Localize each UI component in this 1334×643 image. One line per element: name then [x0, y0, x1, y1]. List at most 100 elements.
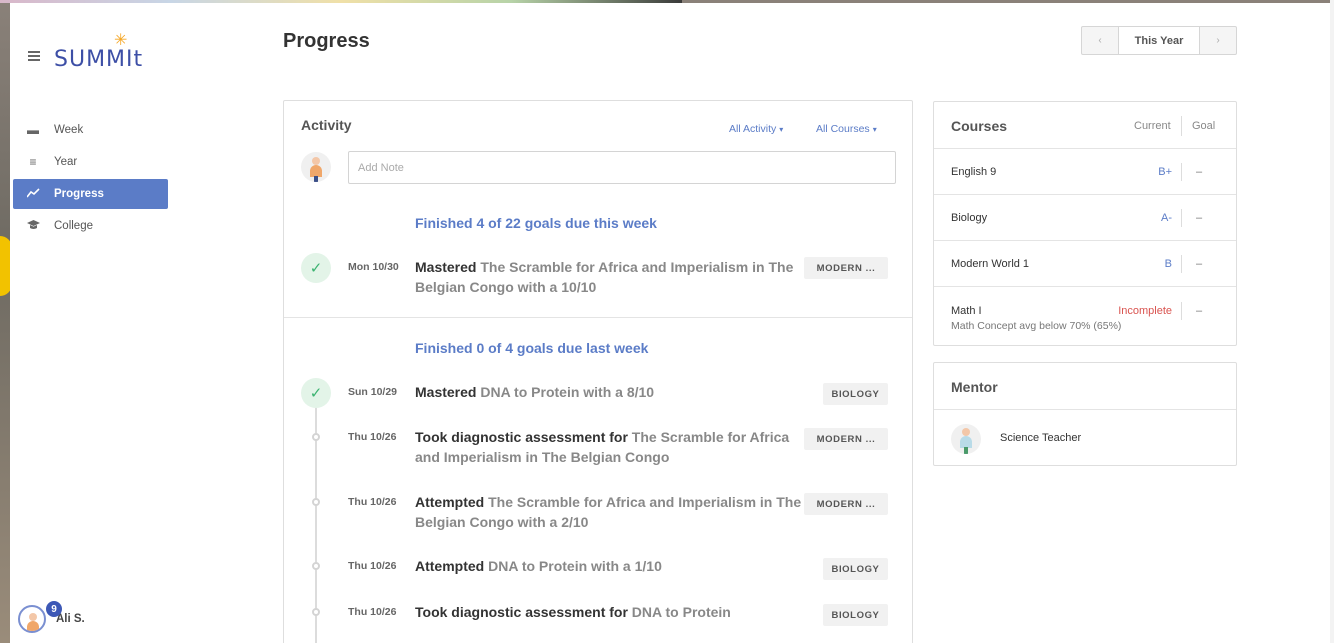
course-goal[interactable]: – [1196, 166, 1202, 178]
logo-sun-icon: ✳ [114, 32, 128, 49]
entry-verb: Attempted [415, 494, 485, 510]
page-title: Progress [283, 30, 370, 52]
column-divider [1181, 116, 1182, 136]
course-goal[interactable]: – [1196, 258, 1202, 270]
summit-logo[interactable]: SUMMIt [54, 47, 143, 72]
chevron-down-icon: ▾ [779, 125, 784, 134]
sidebar-item-label: Week [54, 124, 84, 136]
course-tag[interactable]: MODERN ... [804, 493, 888, 515]
mentor-card: Mentor Science Teacher [933, 362, 1237, 466]
user-profile[interactable]: 9 Ali S. [18, 601, 85, 633]
sidebar-item-progress[interactable]: Progress [13, 179, 168, 209]
activity-title: Activity [301, 117, 352, 133]
sidebar-item-label: College [54, 220, 93, 232]
sidebar-item-week[interactable]: ▬ Week [13, 115, 168, 145]
sidebar-item-label: Progress [54, 188, 104, 200]
section-divider [284, 317, 912, 318]
avatar[interactable] [951, 424, 981, 454]
sidebar-nav: ▬ Week ≡ Year Progress College [13, 115, 168, 243]
course-tag[interactable]: MODERN ... [804, 257, 888, 279]
course-name: Modern World 1 [951, 258, 1030, 270]
course-row-biology[interactable]: Biology A- – [934, 194, 1236, 240]
entry-date: Sun 10/29 [348, 386, 398, 398]
entry-verb: Took diagnostic assessment for [415, 429, 628, 445]
course-current-grade: A- [1161, 212, 1172, 224]
avatar-head [312, 157, 320, 165]
notification-badge[interactable]: 9 [46, 601, 62, 617]
entry-date: Thu 10/26 [348, 606, 397, 618]
entry-subject: DNA to Protein with a 1/10 [484, 558, 662, 574]
course-name: English 9 [951, 166, 997, 178]
course-goal[interactable]: – [1196, 305, 1202, 317]
course-warning-note: Math Concept avg below 70% (65%) [951, 320, 1122, 332]
entry-date: Thu 10/26 [348, 496, 397, 508]
course-goal[interactable]: – [1196, 212, 1202, 224]
column-divider [1181, 209, 1182, 227]
entry-date: Mon 10/30 [348, 261, 399, 273]
timeline-dot-icon [312, 433, 320, 441]
sidebar-item-college[interactable]: College [13, 211, 168, 241]
current-period-label[interactable]: This Year [1118, 27, 1200, 54]
user-name: Ali S. [56, 613, 85, 625]
sidebar: SUMMIt ✳ ▬ Week ≡ Year Progress College … [10, 3, 180, 643]
section-heading-this-week: Finished 4 of 22 goals due this week [415, 215, 657, 231]
hamburger-menu-icon[interactable] [28, 51, 40, 61]
add-note-input[interactable] [348, 151, 896, 184]
list-lines-icon: ≡ [29, 155, 37, 169]
course-row-english-9[interactable]: English 9 B+ – [934, 148, 1236, 194]
mentor-name[interactable]: Science Teacher [1000, 432, 1081, 444]
entry-verb: Mastered [415, 259, 477, 275]
course-tag[interactable]: BIOLOGY [823, 604, 888, 626]
graduation-cap-icon [26, 219, 40, 233]
courses-title: Courses [951, 118, 1008, 134]
calendar-week-icon: ▬ [27, 123, 39, 137]
section-divider [934, 409, 1236, 410]
entry-subject: DNA to Protein with a 8/10 [476, 384, 655, 400]
trend-line-icon [25, 187, 40, 201]
checkmark-icon: ✓ [301, 253, 331, 283]
entry-verb: Took diagnostic assessment for [415, 604, 628, 620]
mentor-title: Mentor [951, 379, 998, 395]
avatar-legs [314, 176, 318, 182]
course-current-grade: B [1164, 258, 1172, 270]
course-tag[interactable]: BIOLOGY [823, 558, 888, 580]
column-header-goal: Goal [1192, 120, 1216, 132]
entry-description: Attempted The Scramble for Africa and Im… [415, 492, 805, 532]
timeline-dot-icon [312, 562, 320, 570]
avatar-head [29, 613, 37, 621]
entry-description: Mastered The Scramble for Africa and Imp… [415, 257, 805, 297]
entry-date: Thu 10/26 [348, 431, 397, 443]
period-switcher: ‹ This Year › [1081, 26, 1237, 55]
course-name: Math I [951, 305, 982, 317]
column-divider [1181, 255, 1182, 273]
entry-description: Mastered DNA to Protein with a 8/10 [415, 382, 805, 402]
previous-period-button[interactable]: ‹ [1082, 27, 1118, 54]
chevron-down-icon: ▾ [872, 125, 877, 134]
column-header-current: Current [1134, 120, 1171, 132]
course-row-modern-world-1[interactable]: Modern World 1 B – [934, 240, 1236, 286]
courses-card: Courses Current Goal English 9 B+ – Biol… [933, 101, 1237, 346]
sidebar-item-year[interactable]: ≡ Year [13, 147, 168, 177]
activity-filter-dropdown[interactable]: All Activity ▾ [729, 123, 783, 135]
entry-description: Took diagnostic assessment for The Scram… [415, 427, 805, 467]
course-tag[interactable]: MODERN ... [804, 428, 888, 450]
course-filter-dropdown[interactable]: All Courses ▾ [816, 123, 877, 135]
section-heading-last-week: Finished 0 of 4 goals due last week [415, 340, 649, 356]
course-tag[interactable]: BIOLOGY [823, 383, 888, 405]
sidebar-item-label: Year [54, 156, 78, 168]
avatar-head [962, 428, 970, 436]
entry-date: Thu 10/26 [348, 560, 397, 572]
avatar-legs [964, 447, 968, 454]
entry-verb: Mastered [415, 384, 477, 400]
entry-description: Took diagnostic assessment for DNA to Pr… [415, 602, 805, 622]
timeline-dot-icon [312, 608, 320, 616]
activity-filter-label: All Activity [729, 123, 777, 135]
column-divider [1181, 163, 1182, 181]
next-period-button[interactable]: › [1200, 27, 1236, 54]
course-current-grade: Incomplete [1118, 305, 1172, 317]
course-row-math-i[interactable]: Math I Incomplete – Math Concept avg bel… [934, 286, 1236, 345]
course-current-grade: B+ [1158, 166, 1172, 178]
avatar[interactable] [18, 605, 46, 633]
timeline-dot-icon [312, 498, 320, 506]
app-window: SUMMIt ✳ ▬ Week ≡ Year Progress College … [10, 3, 1330, 643]
